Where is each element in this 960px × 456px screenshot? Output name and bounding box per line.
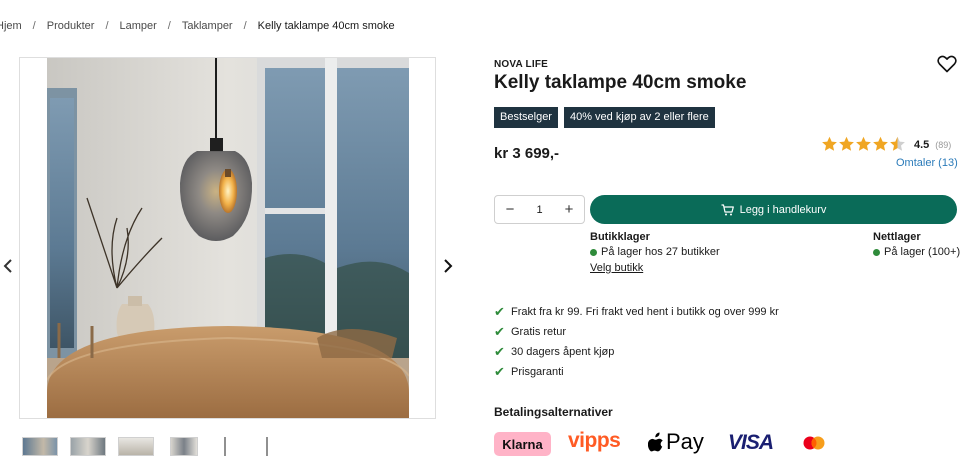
store-stock: Butikklager På lager hos 27 butikker Vel… [590, 231, 720, 274]
usp-text: Gratis retur [511, 326, 567, 338]
breadcrumb-separator: / [167, 20, 171, 32]
quantity-decrease-button[interactable]: − [503, 201, 517, 218]
add-to-cart-label: Legg i handlekurv [739, 203, 827, 216]
in-stock-dot-icon [873, 248, 880, 256]
checkmark-icon: ✔ [494, 364, 505, 379]
star-icon [839, 136, 854, 151]
add-to-cart-button[interactable]: Legg i handlekurv [590, 195, 957, 224]
usp-text: 30 dagers åpent kjøp [511, 346, 615, 358]
payment-options-heading: Betalingsalternativer [494, 405, 613, 419]
thumbnail-4[interactable] [170, 437, 198, 456]
mastercard-logo [802, 435, 826, 453]
breadcrumb-products[interactable]: Produkter [47, 20, 95, 32]
usp-item: ✔ Gratis retur [494, 322, 779, 342]
chevron-right-icon [444, 259, 453, 273]
chevron-left-icon [3, 259, 12, 273]
apple-pay-logo: Pay [648, 429, 704, 455]
wishlist-button[interactable] [937, 55, 957, 73]
star-icon [890, 136, 905, 151]
product-main-image[interactable] [47, 58, 409, 418]
star-icon [856, 136, 871, 151]
apple-icon [648, 432, 663, 452]
checkmark-icon: ✔ [494, 304, 505, 319]
product-price: kr 3 699,- [494, 145, 560, 162]
breadcrumb: Hjem / Produkter / Lamper / Taklamper / … [0, 20, 395, 32]
gallery-thumbnails [22, 437, 282, 456]
thumbnail-5[interactable] [210, 437, 240, 456]
payment-methods: Klarna vipps Pay VISA [494, 429, 834, 456]
web-stock-heading: Nettlager [873, 231, 921, 243]
breadcrumb-lamps[interactable]: Lamper [120, 20, 157, 32]
usp-text: Prisgaranti [511, 366, 564, 378]
choose-store-link[interactable]: Velg butikk [590, 262, 643, 274]
rating-value: 4.5 [914, 138, 930, 151]
quantity-stepper: − 1 + [494, 195, 585, 224]
thumbnail-1[interactable] [22, 437, 58, 456]
thumbnail-6[interactable] [252, 437, 282, 456]
vipps-logo: vipps [568, 429, 621, 452]
product-rating[interactable]: 4.5 (89) [821, 136, 951, 153]
thumbnail-3[interactable] [118, 437, 154, 456]
apple-pay-text: Pay [666, 429, 704, 454]
product-title: Kelly taklampe 40cm smoke [494, 72, 747, 93]
breadcrumb-ceiling-lamps[interactable]: Taklamper [182, 20, 233, 32]
star-icon [873, 136, 888, 151]
usp-item: ✔ Frakt fra kr 99. Fri frakt ved hent i … [494, 302, 779, 322]
visa-logo: VISA [728, 431, 774, 454]
star-icon [822, 136, 837, 151]
web-stock: Nettlager På lager (100+) [873, 231, 960, 258]
quantity-value[interactable]: 1 [536, 204, 542, 216]
store-stock-status-row: På lager hos 27 butikker [590, 246, 720, 258]
reviews-link[interactable]: Omtaler (13) [896, 157, 958, 169]
product-image-gallery [19, 57, 436, 419]
web-stock-status: På lager (100+) [884, 246, 960, 258]
discount-badge: 40% ved kjøp av 2 eller flere [563, 107, 715, 128]
bestseller-badge: Bestselger [494, 107, 558, 128]
usp-text: Frakt fra kr 99. Fri frakt ved hent i bu… [511, 306, 779, 318]
in-stock-dot-icon [590, 248, 597, 256]
checkmark-icon: ✔ [494, 344, 505, 359]
usp-item: ✔ 30 dagers åpent kjøp [494, 342, 779, 362]
heart-icon [937, 55, 957, 73]
usp-item: ✔ Prisgaranti [494, 362, 779, 382]
breadcrumb-current: Kelly taklampe 40cm smoke [257, 20, 395, 32]
gallery-prev-button[interactable] [0, 254, 16, 278]
usp-list: ✔ Frakt fra kr 99. Fri frakt ved hent i … [494, 302, 779, 382]
pendant-lamp-photo [47, 58, 409, 418]
store-stock-status: På lager hos 27 butikker [601, 246, 720, 258]
breadcrumb-separator: / [243, 20, 247, 32]
checkmark-icon: ✔ [494, 324, 505, 339]
quantity-increase-button[interactable]: + [562, 201, 576, 218]
gallery-next-button[interactable] [440, 254, 456, 278]
mastercard-icon [803, 436, 825, 450]
breadcrumb-separator: / [32, 20, 36, 32]
web-stock-status-row: På lager (100+) [873, 246, 960, 258]
breadcrumb-home[interactable]: Hjem [0, 20, 22, 32]
rating-stars [821, 136, 906, 153]
product-brand[interactable]: NOVA LIFE [494, 59, 548, 70]
rating-count: (89) [935, 139, 952, 150]
cart-icon [721, 203, 734, 215]
thumbnail-2[interactable] [70, 437, 106, 456]
product-badges: Bestselger 40% ved kjøp av 2 eller flere [494, 107, 715, 128]
store-stock-heading: Butikklager [590, 231, 650, 243]
breadcrumb-separator: / [105, 20, 109, 32]
klarna-logo: Klarna [494, 432, 551, 456]
